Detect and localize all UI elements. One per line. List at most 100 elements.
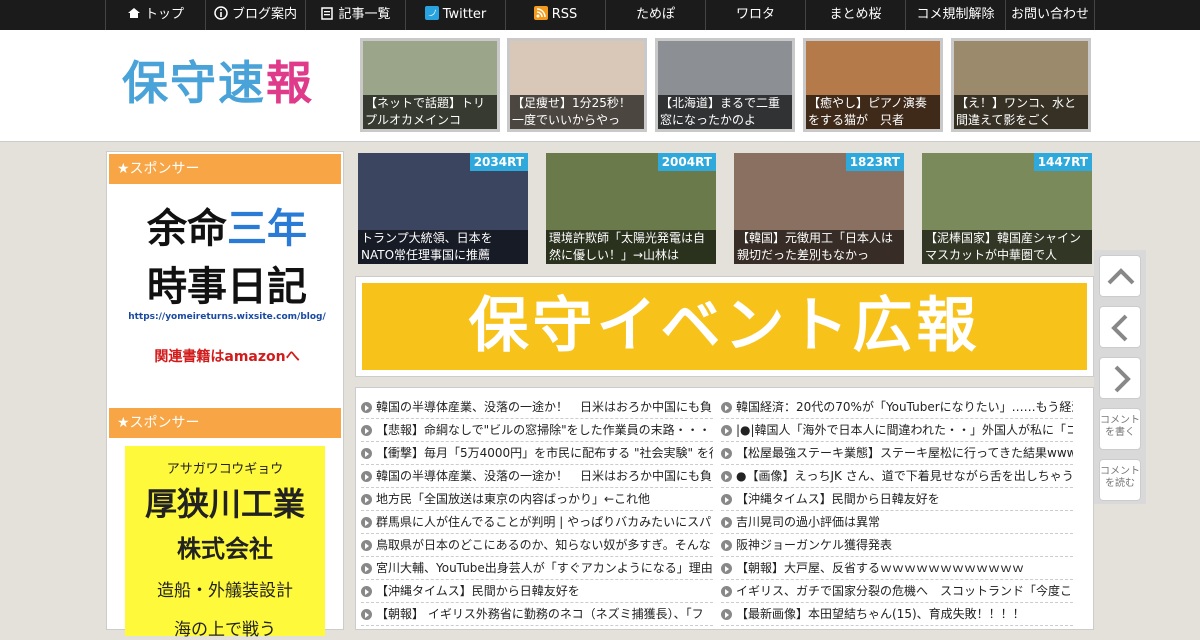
nav-item-4[interactable]: RSS (505, 0, 605, 30)
list-item-title: イギリス、ガチで国家分裂の危機へ スコットランド「今度こ (736, 584, 1073, 598)
list-item[interactable]: ●【画像】えっちJK さん、道で下着見せながら舌を出しちゃう (721, 465, 1073, 488)
arrow-bullet-icon (721, 517, 732, 528)
list-item[interactable]: 宮川大輔、YouTube出身芸人が「すぐアカンようになる」理由 (361, 557, 713, 580)
chevron-right-icon (1114, 365, 1131, 393)
nav-item-label: Twitter (442, 7, 487, 22)
list-item[interactable]: 【沖縄タイムス】民間から日韓友好を (721, 488, 1073, 511)
list-item[interactable]: 【松屋最強ステーキ業態】ステーキ屋松に行ってきた結果www (721, 442, 1073, 465)
header-thumbnail[interactable]: 【北海道】まるで二重窓になったかのよ (655, 38, 795, 132)
list-item-title: 韓国の半導体産業、没落の一途か！ 日米はおろか中国にも負 (376, 400, 713, 414)
nav-item-0[interactable]: トップ (105, 0, 205, 30)
chevron-up-icon (1107, 268, 1135, 285)
nav-item-3[interactable]: Twitter (405, 0, 505, 30)
ad1-amazon-link[interactable]: 関連書籍はamazonへ (127, 346, 327, 366)
arrow-bullet-icon (361, 540, 372, 551)
arrow-bullet-icon (361, 586, 372, 597)
rt-card[interactable]: 1447RT 【泥棒国家】韓国産シャインマスカットが中華圏で人 (922, 153, 1092, 264)
arrow-bullet-icon (361, 448, 372, 459)
rt-card-caption: 【泥棒国家】韓国産シャインマスカットが中華圏で人 (922, 230, 1092, 264)
list-item[interactable]: イギリス、ガチで国家分裂の危機へ スコットランド「今度こ (721, 580, 1073, 603)
logo-text-1: 保守 (122, 56, 218, 110)
chevron-left-icon (1111, 314, 1128, 342)
ad2-tagline: 海の上で戦う (174, 620, 276, 640)
header-thumbnail[interactable]: 【癒やし】ピアノ演奏をする猫が 只者 (803, 38, 943, 132)
arrow-bullet-icon (721, 609, 732, 620)
home-icon (127, 8, 140, 18)
nav-item-6[interactable]: ワロタ (705, 0, 805, 30)
ad-asagawa-kogyo[interactable]: アサガワコウギョウ 厚狭川工業 株式会社 造船・外艤装設計 海の上で戦う (125, 446, 325, 640)
nav-item-label: ワロタ (735, 7, 775, 22)
nav-item-5[interactable]: ためぽ (605, 0, 705, 30)
event-banner[interactable]: 保守イベント広報 (362, 283, 1087, 370)
nav-item-label: RSS (551, 7, 578, 22)
list-item-title: 【朝報】大戸屋、反省するｗｗｗｗｗｗｗｗｗｗｗｗ (736, 561, 1025, 575)
list-item-title: 【衝撃】毎月「5万4000円」を市民に配布する "社会実験" を行 (376, 446, 713, 460)
list-item[interactable]: 地方民「全国放送は東京の内容ばっかり」←これ他 (361, 488, 713, 511)
list-item-title: |●|韓国人「海外で日本人に間違われた・・」外国人が私に「コン (736, 423, 1073, 437)
write-comment-label: コメント を書く (1100, 415, 1140, 438)
header-thumbnail[interactable]: 【え！】ワンコ、水と間違えて影をごく (951, 38, 1091, 132)
article-list: 韓国の半導体産業、没落の一途か！ 日米はおろか中国にも負 【悲報】命綱なしで"ビル… (355, 387, 1094, 630)
list-item[interactable]: 【悲報】命綱なしで"ビルの窓掃除"をした作業員の末路・・・ (361, 419, 713, 442)
list-item[interactable]: 【朝報】大戸屋、反省するｗｗｗｗｗｗｗｗｗｗｗｗ (721, 557, 1073, 580)
list-item[interactable]: 鳥取県が日本のどこにあるのか、知らない奴が多すぎ。そんな (361, 534, 713, 557)
rss-icon (533, 6, 548, 20)
list-item[interactable]: 韓国経済：20代の70%が「YouTuberになりたい」……もう経済 (721, 396, 1073, 419)
header-thumbnail[interactable]: 【ネットで話題】トリプルオカメインコ (360, 38, 500, 132)
rt-card[interactable]: 2004RT 環境許欺師「太陽光発電は自然に優しい！」→山林は (546, 153, 716, 264)
thumbnail-caption: 【ネットで話題】トリプルオカメインコ (363, 95, 497, 129)
site-logo[interactable]: 保守速報 (122, 53, 314, 113)
arrow-bullet-icon (361, 471, 372, 482)
list-item[interactable]: 韓国の半導体産業、没落の一途か！ 日米はおろか中国にも負 (361, 465, 713, 488)
list-item[interactable]: 吉川晃司の過小評価は異常 (721, 511, 1073, 534)
list-item-title: ●【画像】えっちJK さん、道で下着見せながら舌を出しちゃう (736, 469, 1073, 483)
list-item[interactable]: 韓国の半導体産業、没落の一途か！ 日米はおろか中国にも負 (361, 396, 713, 419)
twitter-icon (424, 6, 439, 20)
nav-item-label: お問い合わせ (1010, 7, 1089, 22)
ad-yomei-sannen[interactable]: 余命三年 時事日記 https://yomeireturns.wixsite.c… (127, 200, 327, 366)
site-header: 保守速報 【ネットで話題】トリプルオカメインコ 【足痩せ】1分25秒！一度でいいか… (0, 30, 1200, 142)
sponsor-heading-2: ★スポンサー (109, 408, 341, 438)
rt-card[interactable]: 2034RT トランプ大統領、日本をNATO常任理事国に推薦 (358, 153, 528, 264)
prev-button[interactable] (1099, 306, 1141, 348)
nav-item-label: まとめ桜 (829, 7, 882, 22)
ad2-business: 造船・外艤装設計 (157, 581, 293, 601)
arrow-bullet-icon (361, 494, 372, 505)
rt-card-caption: 環境許欺師「太陽光発電は自然に優しい！」→山林は (546, 230, 716, 264)
list-item[interactable]: 【衝撃】毎月「5万4000円」を市民に配布する "社会実験" を行 (361, 442, 713, 465)
list-item[interactable]: |●|韓国人「海外で日本人に間違われた・・」外国人が私に「コン (721, 419, 1073, 442)
read-comment-label: コメント を読む (1100, 466, 1140, 489)
list-item[interactable]: 【最新画像】本田望結ちゃん(15)、育成失敗！！！！ (721, 603, 1073, 626)
list-item-title: 吉川晃司の過小評価は異常 (736, 515, 881, 529)
nav-item-1[interactable]: ブログ案内 (205, 0, 305, 30)
nav-item-7[interactable]: まとめ桜 (805, 0, 905, 30)
arrow-bullet-icon (361, 402, 372, 413)
arrow-bullet-icon (361, 517, 372, 528)
rt-count-badge: 1447RT (1033, 153, 1092, 171)
logo-text-2: 速 (218, 56, 266, 110)
list-icon (321, 7, 334, 20)
list-item[interactable]: 【沖縄タイムス】民間から日韓友好を (361, 580, 713, 603)
left-sidebar: ★スポンサー 余命三年 時事日記 https://yomeireturns.wi… (106, 151, 344, 640)
rt-card-caption: トランプ大統領、日本をNATO常任理事国に推薦 (358, 230, 528, 264)
header-thumbnail[interactable]: 【足痩せ】1分25秒！一度でいいからやっ (507, 38, 647, 132)
ad1-line1b: 三年 (227, 205, 307, 252)
nav-item-8[interactable]: コメ規制解除 (905, 0, 1005, 30)
nav-item-9[interactable]: お問い合わせ (1005, 0, 1095, 30)
nav-item-2[interactable]: 記事一覧 (305, 0, 405, 30)
list-item-title: 【松屋最強ステーキ業態】ステーキ屋松に行ってきた結果www (736, 446, 1073, 460)
arrow-bullet-icon (721, 425, 732, 436)
list-item[interactable]: 【朝報】 イギリス外務省に勤務のネコ（ネズミ捕獲長）、「フ (361, 603, 713, 626)
thumbnail-caption: 【足痩せ】1分25秒！一度でいいからやっ (510, 95, 644, 129)
write-comment-button[interactable]: コメント を書く (1099, 408, 1141, 450)
article-list-right: 韓国経済：20代の70%が「YouTuberになりたい」……もう経済 |●|韓国人… (721, 396, 1073, 626)
rt-card[interactable]: 1823RT 【韓国】元徴用工「日本人は親切だった差別もなかっ (734, 153, 904, 264)
list-item[interactable]: 阪神ジョーガンケル獲得発表 (721, 534, 1073, 557)
read-comment-button[interactable]: コメント を読む (1099, 459, 1141, 501)
arrow-bullet-icon (721, 586, 732, 597)
list-item[interactable]: 群馬県に人が住んでることが判明 | やっぱりバカみたいにスパ (361, 511, 713, 534)
scroll-top-button[interactable] (1099, 255, 1141, 297)
next-button[interactable] (1099, 357, 1141, 399)
thumbnail-caption: 【え！】ワンコ、水と間違えて影をごく (954, 95, 1088, 129)
ad1-line2: 時事日記 (147, 263, 307, 310)
